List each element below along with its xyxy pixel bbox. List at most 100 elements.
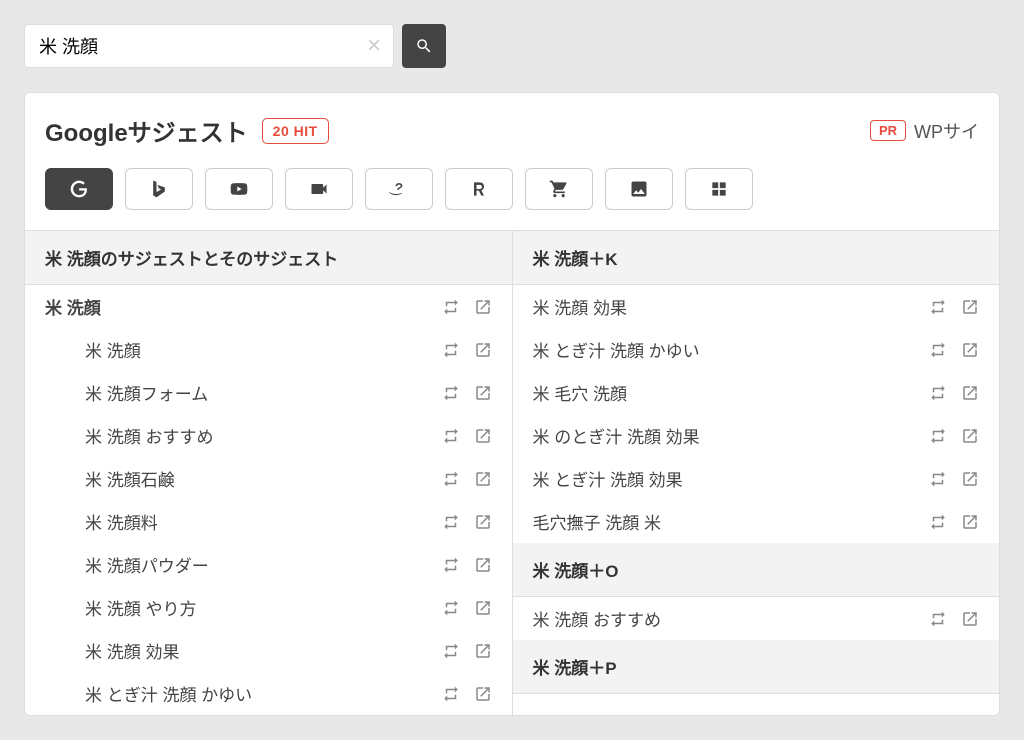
external-link-icon[interactable] xyxy=(961,298,979,316)
suggest-text: 米 のとぎ汁 洗顔 効果 xyxy=(533,423,930,448)
suggest-card: Googleサジェスト 20 HIT PR WPサイ 米 洗顔のサジェストとその… xyxy=(24,92,1000,716)
search-icon xyxy=(415,37,433,55)
external-link-icon[interactable] xyxy=(474,384,492,402)
external-link-icon[interactable] xyxy=(474,599,492,617)
suggest-text: 米 洗顔パウダー xyxy=(85,552,442,577)
external-link-icon[interactable] xyxy=(474,642,492,660)
column-right: 米 洗顔＋K 米 洗顔 効果米 とぎ汁 洗顔 かゆい米 毛穴 洗顔米 のとぎ汁 洗… xyxy=(512,231,1000,715)
retweet-icon[interactable] xyxy=(442,298,460,316)
list-item[interactable]: 米 洗顔 xyxy=(25,285,512,328)
suggest-text: 米 洗顔フォーム xyxy=(85,380,442,405)
retweet-icon[interactable] xyxy=(929,298,947,316)
external-link-icon[interactable] xyxy=(961,470,979,488)
tab-shopping[interactable] xyxy=(525,168,593,210)
tab-rakuten[interactable] xyxy=(445,168,513,210)
cart-icon xyxy=(549,179,569,199)
search-input[interactable] xyxy=(39,36,353,57)
external-link-icon[interactable] xyxy=(474,341,492,359)
list-item[interactable]: 米 毛穴 洗顔 xyxy=(513,371,1000,414)
suggest-text: 米 洗顔 おすすめ xyxy=(533,606,930,631)
list-item[interactable]: 米 のとぎ汁 洗顔 効果 xyxy=(513,414,1000,457)
external-link-icon[interactable] xyxy=(474,513,492,531)
suggest-text: 米 とぎ汁 洗顔 かゆい xyxy=(85,681,442,706)
tab-grid[interactable] xyxy=(685,168,753,210)
list-item[interactable]: 米 洗顔 効果 xyxy=(513,285,1000,328)
tab-image[interactable] xyxy=(605,168,673,210)
list-item[interactable]: 米 洗顔 おすすめ xyxy=(513,597,1000,640)
retweet-icon[interactable] xyxy=(442,556,460,574)
section-header: 米 洗顔＋P xyxy=(513,640,1000,694)
external-link-icon[interactable] xyxy=(961,513,979,531)
search-button[interactable] xyxy=(402,24,446,68)
retweet-icon[interactable] xyxy=(442,384,460,402)
tab-video[interactable] xyxy=(285,168,353,210)
external-link-icon[interactable] xyxy=(961,341,979,359)
search-container: × xyxy=(24,24,394,68)
retweet-icon[interactable] xyxy=(929,610,947,628)
retweet-icon[interactable] xyxy=(442,685,460,703)
tab-bing[interactable] xyxy=(125,168,193,210)
retweet-icon[interactable] xyxy=(442,599,460,617)
retweet-icon[interactable] xyxy=(929,384,947,402)
list-item[interactable]: 米 洗顔フォーム xyxy=(25,371,512,414)
suggest-text: 米 洗顔料 xyxy=(85,509,442,534)
external-link-icon[interactable] xyxy=(474,427,492,445)
retweet-icon[interactable] xyxy=(929,427,947,445)
list-item[interactable]: 米 とぎ汁 洗顔 かゆい xyxy=(25,672,512,715)
bing-icon xyxy=(149,179,169,199)
suggest-text: 毛穴撫子 洗顔 米 xyxy=(533,509,930,534)
close-icon[interactable]: × xyxy=(367,32,381,60)
grid-icon xyxy=(709,179,729,199)
amazon-icon xyxy=(389,179,409,199)
image-icon xyxy=(629,179,649,199)
retweet-icon[interactable] xyxy=(442,427,460,445)
suggest-text: 米 洗顔 効果 xyxy=(85,638,442,663)
list-item[interactable]: 米 とぎ汁 洗顔 効果 xyxy=(513,457,1000,500)
tab-google[interactable] xyxy=(45,168,113,210)
retweet-icon[interactable] xyxy=(929,341,947,359)
youtube-icon xyxy=(229,179,249,199)
external-link-icon[interactable] xyxy=(474,556,492,574)
list-item[interactable]: 米 洗顔石鹸 xyxy=(25,457,512,500)
pr-text[interactable]: WPサイ xyxy=(914,118,979,144)
list-item[interactable]: 米 洗顔パウダー xyxy=(25,543,512,586)
retweet-icon[interactable] xyxy=(442,470,460,488)
suggest-text: 米 洗顔 xyxy=(85,337,442,362)
pr-badge: PR xyxy=(870,120,906,141)
external-link-icon[interactable] xyxy=(961,384,979,402)
list-item[interactable]: 米 洗顔 効果 xyxy=(25,629,512,672)
section-header: 米 洗顔＋K xyxy=(513,231,1000,285)
external-link-icon[interactable] xyxy=(474,298,492,316)
column-left: 米 洗顔のサジェストとそのサジェスト 米 洗顔米 洗顔米 洗顔フォーム米 洗顔 … xyxy=(25,231,512,715)
suggest-text: 米 洗顔石鹸 xyxy=(85,466,442,491)
retweet-icon[interactable] xyxy=(442,642,460,660)
hit-badge: 20 HIT xyxy=(262,118,329,144)
external-link-icon[interactable] xyxy=(474,470,492,488)
tab-youtube[interactable] xyxy=(205,168,273,210)
video-icon xyxy=(309,179,329,199)
suggest-text: 米 洗顔 やり方 xyxy=(85,595,442,620)
section-header: 米 洗顔のサジェストとそのサジェスト xyxy=(25,231,512,285)
page-title: Googleサジェスト xyxy=(45,113,248,148)
suggest-text: 米 洗顔 効果 xyxy=(533,294,930,319)
retweet-icon[interactable] xyxy=(929,513,947,531)
list-item[interactable]: 米 とぎ汁 洗顔 かゆい xyxy=(513,328,1000,371)
suggest-text: 米 洗顔 おすすめ xyxy=(85,423,442,448)
list-item[interactable]: 米 洗顔 やり方 xyxy=(25,586,512,629)
tab-amazon[interactable] xyxy=(365,168,433,210)
suggest-text: 米 洗顔 xyxy=(45,294,442,319)
retweet-icon[interactable] xyxy=(442,341,460,359)
rakuten-icon xyxy=(469,179,489,199)
retweet-icon[interactable] xyxy=(929,470,947,488)
external-link-icon[interactable] xyxy=(961,427,979,445)
list-item[interactable]: 米 洗顔 おすすめ xyxy=(25,414,512,457)
google-icon xyxy=(69,179,89,199)
suggest-text: 米 毛穴 洗顔 xyxy=(533,380,930,405)
section-header: 米 洗顔＋O xyxy=(513,543,1000,597)
list-item[interactable]: 米 洗顔 xyxy=(25,328,512,371)
external-link-icon[interactable] xyxy=(961,610,979,628)
retweet-icon[interactable] xyxy=(442,513,460,531)
external-link-icon[interactable] xyxy=(474,685,492,703)
list-item[interactable]: 米 洗顔料 xyxy=(25,500,512,543)
list-item[interactable]: 毛穴撫子 洗顔 米 xyxy=(513,500,1000,543)
